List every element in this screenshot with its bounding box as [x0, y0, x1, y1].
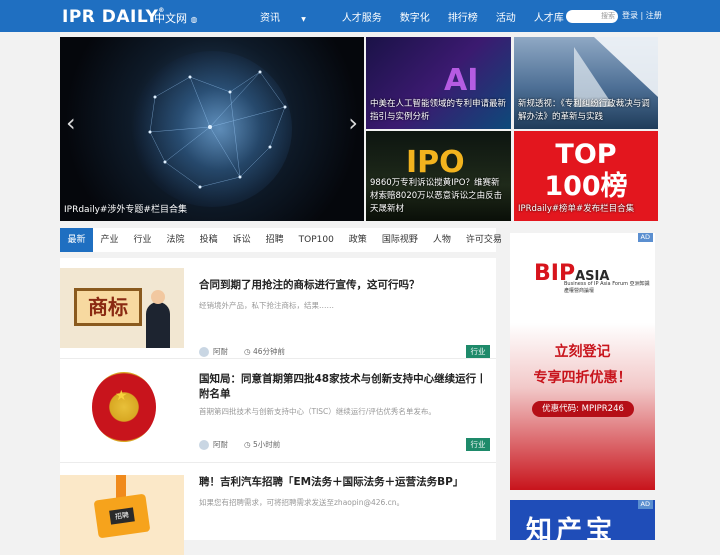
ad-badge: AD [637, 233, 653, 242]
top100-line2: 100榜 [544, 171, 628, 202]
tab-litigation[interactable]: 诉讼 [225, 228, 258, 252]
article-title[interactable]: 聘！吉利汽车招聘「EM法务＋国际法务＋运营法务BP」 [199, 475, 489, 490]
article-author[interactable]: 阿耐 [199, 346, 228, 357]
time-text: 46分钟前 [252, 347, 285, 356]
trademark-thumbnail-image: 商标 [60, 268, 184, 348]
ad-headline-register: 立刻登记 [554, 344, 611, 360]
category-tag[interactable]: 行业 [466, 438, 490, 451]
tab-top100[interactable]: TOP100 [291, 228, 341, 252]
article-summary: 经销境外产品，私下抢注商标，结果…… [199, 301, 334, 310]
author-name: 阿耐 [213, 440, 228, 449]
emblem-image [92, 372, 156, 442]
tab-recruitment[interactable]: 招聘 [258, 228, 291, 252]
search-input[interactable]: 搜索 [566, 10, 618, 23]
article-author[interactable]: 阿耐 [199, 439, 228, 450]
nav-item-news[interactable]: 资讯 ▼ [260, 9, 324, 24]
top100-line1: TOP [555, 139, 617, 170]
logo-text: IPR DAILY [62, 7, 159, 27]
search-button[interactable]: 搜索 [600, 12, 616, 21]
tab-industry[interactable]: 产业 [93, 228, 126, 252]
emblem-star-icon: ★ [115, 388, 128, 404]
hero-carousel[interactable]: ‹ › IPRdaily#涉外专题#栏目合集 [60, 37, 364, 221]
nav-label: 资讯 [260, 12, 280, 24]
nav-item-digital[interactable]: 数字化 [400, 9, 430, 24]
nav-item-events[interactable]: 活动 [496, 9, 516, 24]
category-tabs: 最新 产业 行业 法院 投稿 诉讼 招聘 TOP100 政策 国际视野 人物 许… [60, 228, 535, 252]
ad-promo-code[interactable]: 优惠代码: MPIPR246 [532, 401, 634, 417]
author-name: 阿耐 [213, 347, 228, 356]
person-figure-image [146, 302, 170, 348]
category-tag[interactable]: 行业 [466, 345, 490, 358]
list-item[interactable]: ★ 国知局：同意首期第四批48家技术与创新支持中心继续运行丨附名单 首期第四批技… [60, 368, 496, 460]
carousel-next-arrow-icon[interactable]: › [348, 109, 358, 137]
tab-latest[interactable]: 最新 [60, 228, 94, 252]
ipo-glyph-image: IPO [406, 145, 465, 180]
tab-policy[interactable]: 政策 [341, 228, 374, 252]
tile-caption: 中美在人工智能领域的专利申请最新指引与实例分析 [370, 99, 507, 122]
trademark-thumb-text: 商标 [74, 288, 142, 326]
article-title[interactable]: 国知局：同意首期第四批48家技术与创新支持中心继续运行丨附名单 [199, 372, 489, 402]
hero-caption[interactable]: IPRdaily#涉外专题#栏目合集 [64, 202, 187, 215]
ad-badge: AD [637, 500, 653, 509]
article-list: 商标 合同到期了用抢注的商标进行宣传，这可行吗？ 经销境外产品，私下抢注商标，结… [60, 258, 496, 555]
person-head-image [151, 290, 165, 304]
tile-caption: IPRdaily#榜单#发布栏目合集 [518, 204, 635, 214]
feature-tile-sailing[interactable]: 新规透视：《专利纠纷行政裁决与调解办法》的革新与实践 [514, 37, 658, 129]
tab-international[interactable]: 国际视野 [374, 228, 425, 252]
ad-headline-discount: 专享四折优惠！ [533, 370, 632, 386]
carousel-prev-arrow-icon[interactable]: ‹ [66, 109, 76, 137]
list-item[interactable]: 商标 合同到期了用抢注的商标进行宣传，这可行吗？ 经销境外产品，私下抢注商标，结… [60, 268, 496, 358]
globe-icon: ◍ [190, 15, 198, 24]
tab-submission[interactable]: 投稿 [192, 228, 225, 252]
tile-caption: 9860万专利诉讼搅黄IPO？维赛新材索赔8020万以恶意诉讼之由反击天晟新材 [370, 178, 503, 214]
bip-asia-ad-banner[interactable]: AD BIPASIA Business of IP Asia Forum 亞洲知… [510, 233, 655, 490]
article-summary: 如果您有招聘需求，可将招聘需求发送至zhaopin@426.cn。 [199, 498, 405, 507]
time-text: 5小时前 [252, 440, 281, 449]
clock-icon: ◷ [244, 347, 253, 356]
top100-graphic: TOP 100榜 [514, 139, 658, 203]
avatar [199, 346, 209, 357]
tab-people[interactable]: 人物 [425, 228, 458, 252]
tab-sector[interactable]: 行业 [126, 228, 159, 252]
nav-item-rankings[interactable]: 排行榜 [448, 9, 478, 24]
tab-court[interactable]: 法院 [159, 228, 192, 252]
top-navigation-bar: IPR DAILY® 中文网 ◍ 资讯 ▼ 人才服务 数字化 排行榜 活动 人才… [0, 0, 720, 32]
main-nav: 资讯 ▼ 人才服务 数字化 排行榜 活动 人才库 [260, 0, 582, 32]
recruitment-thumbnail-image: 招聘 [60, 475, 184, 555]
ad-subtitle: Business of IP Asia Forum 亞洲知識產權營商論壇 [564, 281, 650, 294]
article-title[interactable]: 合同到期了用抢注的商标进行宣传，这可行吗？ [199, 278, 489, 293]
dropdown-caret-icon: ▼ [301, 15, 306, 23]
avatar [199, 439, 209, 450]
tile-caption: 新规透视：《专利纠纷行政裁决与调解办法》的革新与实践 [518, 99, 650, 122]
article-time: ◷ 46分钟前 [244, 346, 285, 357]
ad2-headline: 知产宝 [526, 516, 617, 540]
feature-tile-ai-patent[interactable]: AI 中美在人工智能领域的专利申请最新指引与实例分析 [366, 37, 511, 129]
logo-subtitle[interactable]: 中文网 ◍ [154, 10, 197, 26]
ai-glyph-image: AI [444, 63, 479, 98]
feature-tile-top100[interactable]: TOP 100榜 IPRdaily#榜单#发布栏目合集 [514, 131, 658, 221]
tab-licensing[interactable]: 许可交易 [458, 228, 509, 252]
article-summary: 首期第四批技术与创新支持中心（TISC）继续运行/评估优秀名单发布。 [199, 407, 436, 416]
feature-tile-ipo[interactable]: IPO 9860万专利诉讼搅黄IPO？维赛新材索赔8020万以恶意诉讼之由反击天… [366, 131, 511, 221]
clock-icon: ◷ [244, 440, 253, 449]
national-emblem-thumbnail-image: ★ [60, 368, 184, 448]
list-item[interactable]: 招聘 聘！吉利汽车招聘「EM法务＋国际法务＋运营法务BP」 如果您有招聘需求，可… [60, 475, 496, 555]
divider [60, 358, 496, 359]
network-lines-graphic [148, 70, 287, 189]
logo-subtitle-text: 中文网 [154, 12, 187, 25]
nav-item-talent-pool[interactable]: 人才库 [534, 9, 564, 24]
site-logo[interactable]: IPR DAILY® [62, 7, 165, 27]
divider [60, 462, 496, 463]
nav-item-talent-service[interactable]: 人才服务 [342, 9, 382, 24]
second-ad-banner[interactable]: AD 知产宝 [510, 500, 655, 540]
article-time: ◷ 5小时前 [244, 439, 280, 450]
login-register-link[interactable]: 登录 | 注册 [622, 10, 662, 21]
